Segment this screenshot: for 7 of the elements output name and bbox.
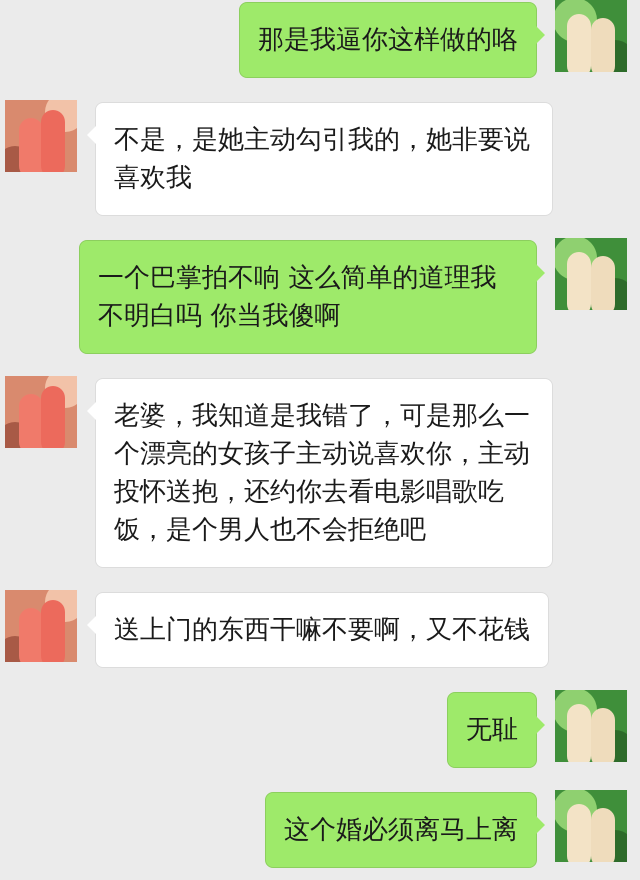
message-text: 老婆，我知道是我错了，可是那么一个漂亮的女孩子主动说喜欢你，主动投怀送抱，还约你去看电影唱歌吃饭，是个男人也不会拒绝吧 (114, 401, 530, 545)
message-text: 送上门的东西干嘛不要啊，又不花钱 (114, 615, 530, 645)
message-text: 无耻 (466, 715, 518, 745)
message-text: 这个婚必须离马上离 (284, 815, 518, 845)
message-text: 那是我逼你这样做的咯 (258, 25, 518, 55)
message-text: 一个巴掌拍不响 这么简单的道理我不明白吗 你当我傻啊 (98, 263, 496, 331)
message-text: 不是，是她主动勾引我的，她非要说喜欢我 (114, 125, 530, 193)
